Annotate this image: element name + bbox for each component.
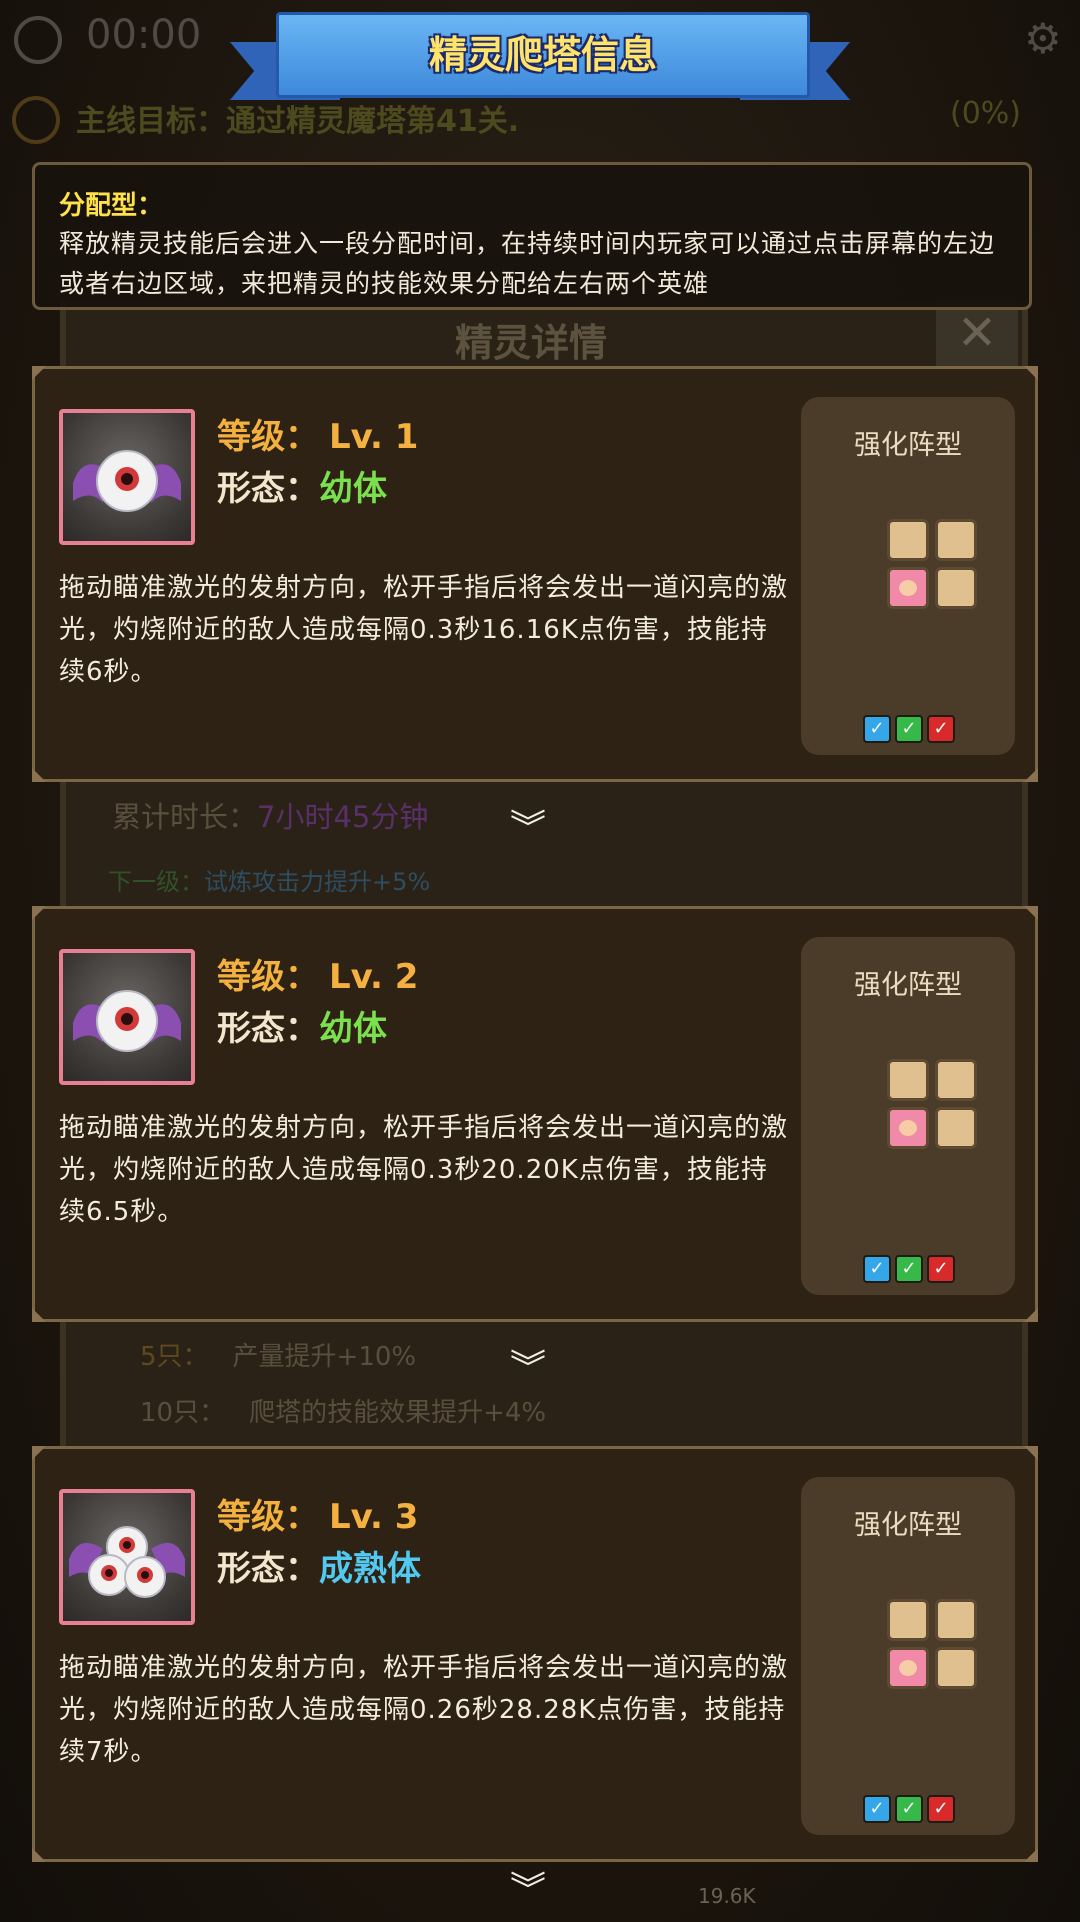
skill-type-info: 分配型： 释放精灵技能后会进入一段分配时间，在持续时间内玩家可以通过点击屏幕的左… — [32, 162, 1032, 310]
formation-panel: 强化阵型 ✓ ✓ ✓ — [801, 937, 1015, 1295]
check-red-icon: ✓ — [927, 1255, 955, 1283]
level-description: 拖动瞄准激光的发射方向，松开手指后将会发出一道闪亮的激光，灼烧附近的敌人造成每隔… — [59, 1113, 789, 1227]
triple-eyeball-bat-icon — [59, 1489, 195, 1625]
check-green-icon: ✓ — [895, 715, 923, 743]
next-level-row: 下一级：试炼攻击力提升+5% — [108, 862, 430, 897]
check-green-icon: ✓ — [895, 1255, 923, 1283]
element-checks: ✓ ✓ ✓ — [863, 1255, 959, 1283]
formation-slot — [935, 1107, 977, 1149]
card-corner — [1024, 1446, 1038, 1460]
formation-slot — [935, 567, 977, 609]
formation-title: 强化阵型 — [854, 970, 962, 1001]
form-value: 幼体 — [319, 469, 387, 509]
form-label: 形态： — [217, 469, 319, 509]
formation-slot — [935, 1059, 977, 1101]
level-value: Lv. 3 — [329, 1497, 419, 1537]
milestone-10-label: 10只： — [140, 1398, 226, 1428]
check-blue-icon: ✓ — [863, 715, 891, 743]
check-green-icon: ✓ — [895, 1795, 923, 1823]
formation-slot — [887, 519, 929, 561]
formation-slot — [935, 1599, 977, 1641]
milestone-5-value: 产量提升+10% — [232, 1342, 417, 1372]
milestone-5-row: 5只： 产量提升+10% — [140, 1336, 416, 1373]
next-level-value: 试炼攻击力提升+5% — [204, 868, 431, 896]
card-corner — [1024, 1848, 1038, 1862]
duration-label: 累计时长： — [112, 800, 258, 834]
form-text: 形态：成熟体 — [217, 1541, 421, 1590]
level-card-2: 等级： Lv. 2 形态：幼体 拖动瞄准激光的发射方向，松开手指后将会发出一道闪亮… — [32, 906, 1038, 1322]
check-blue-icon: ✓ — [863, 1255, 891, 1283]
card-corner — [32, 1308, 46, 1322]
level-text: 等级： Lv. 3 — [217, 1489, 418, 1538]
level-card-3: 等级： Lv. 3 形态：成熟体 拖动瞄准激光的发射方向，松开手指后将会发出一道闪… — [32, 1446, 1038, 1862]
check-red-icon: ✓ — [927, 715, 955, 743]
formation-slot-occupied — [887, 567, 929, 609]
level-value: Lv. 1 — [329, 417, 419, 457]
form-label: 形态： — [217, 1009, 319, 1049]
ribbon-body: 精灵爬塔信息 — [276, 12, 810, 98]
card-corner — [32, 768, 46, 782]
milestone-10-value: 爬塔的技能效果提升+4% — [249, 1398, 547, 1428]
level-value: Lv. 2 — [329, 957, 419, 997]
next-level-label: 下一级： — [108, 868, 204, 896]
card-corner — [1024, 768, 1038, 782]
formation-slot — [935, 1647, 977, 1689]
level-description: 拖动瞄准激光的发射方向，松开手指后将会发出一道闪亮的激光，灼烧附近的敌人造成每隔… — [59, 573, 789, 687]
formation-slot-occupied — [887, 1647, 929, 1689]
duration-value: 7小时45分钟 — [257, 800, 429, 834]
formation-title: 强化阵型 — [854, 430, 962, 461]
formation-title: 强化阵型 — [854, 1510, 962, 1541]
form-text: 形态：幼体 — [217, 1001, 387, 1050]
milestone-5-label: 5只： — [140, 1342, 209, 1372]
banner-title: 精灵爬塔信息 — [428, 33, 657, 77]
card-corner — [1024, 906, 1038, 920]
card-corner — [32, 1446, 46, 1460]
level-label: 等级： — [217, 417, 319, 457]
level-label: 等级： — [217, 957, 319, 997]
bottom-counter: 19.6K — [698, 1884, 756, 1908]
duration-row: 累计时长：7小时45分钟 — [112, 794, 428, 836]
gear-icon: ⚙ — [1024, 14, 1062, 63]
check-red-icon: ✓ — [927, 1795, 955, 1823]
chevron-down-icon: ︾ — [510, 808, 547, 849]
formation-slot — [887, 1599, 929, 1641]
element-checks: ✓ ✓ ✓ — [863, 1795, 959, 1823]
title-banner: 精灵爬塔信息 — [230, 8, 850, 106]
single-eyeball-bat-icon — [59, 409, 195, 545]
check-blue-icon: ✓ — [863, 1795, 891, 1823]
form-value: 成熟体 — [319, 1549, 421, 1589]
formation-slot — [887, 1059, 929, 1101]
level-description: 拖动瞄准激光的发射方向，松开手指后将会发出一道闪亮的激光，灼烧附近的敌人造成每隔… — [59, 1653, 789, 1767]
clock-icon — [14, 16, 62, 64]
timer-text: 00:00 — [86, 12, 202, 58]
main-goal-progress: (0%) — [950, 96, 1022, 131]
form-value: 幼体 — [319, 1009, 387, 1049]
formation-slot-occupied — [887, 1107, 929, 1149]
card-corner — [32, 1848, 46, 1862]
single-eyeball-bat-icon — [59, 949, 195, 1085]
detail-title: 精灵详情 — [455, 321, 608, 365]
skill-type-label: 分配型： — [59, 191, 164, 221]
chevron-down-icon: ︾ — [510, 1870, 547, 1911]
card-corner — [32, 366, 46, 380]
formation-panel: 强化阵型 ✓ ✓ ✓ — [801, 397, 1015, 755]
form-label: 形态： — [217, 1549, 319, 1589]
card-corner — [32, 906, 46, 920]
goal-icon — [12, 96, 60, 144]
level-label: 等级： — [217, 1497, 319, 1537]
chevron-down-icon: ︾ — [510, 1348, 547, 1389]
element-checks: ✓ ✓ ✓ — [863, 715, 959, 743]
formation-panel: 强化阵型 ✓ ✓ ✓ — [801, 1477, 1015, 1835]
card-corner — [1024, 1308, 1038, 1322]
formation-slot — [935, 519, 977, 561]
level-card-1: 等级： Lv. 1 形态：幼体 拖动瞄准激光的发射方向，松开手指后将会发出一道闪亮… — [32, 366, 1038, 782]
level-text: 等级： Lv. 1 — [217, 409, 418, 458]
milestone-10-row: 10只： 爬塔的技能效果提升+4% — [140, 1392, 546, 1429]
skill-type-description: 释放精灵技能后会进入一段分配时间，在持续时间内玩家可以通过点击屏幕的左边或者右边… — [59, 229, 996, 298]
card-corner — [1024, 366, 1038, 380]
form-text: 形态：幼体 — [217, 461, 387, 510]
level-text: 等级： Lv. 2 — [217, 949, 418, 998]
